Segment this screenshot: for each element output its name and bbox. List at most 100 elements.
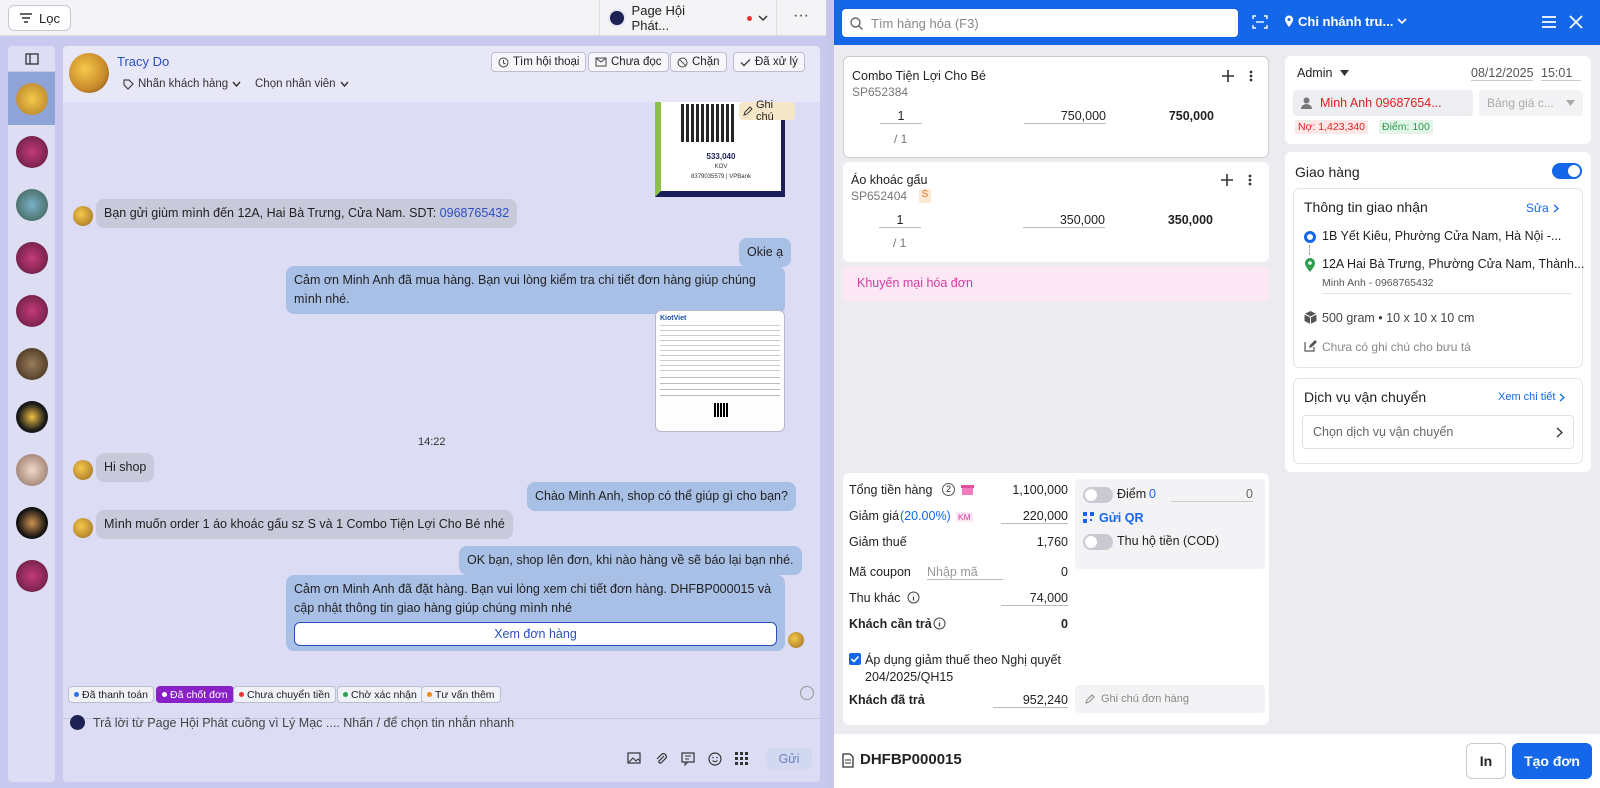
qr-icon	[1083, 512, 1094, 523]
apps-grid-icon[interactable]	[735, 752, 748, 766]
conversation-item[interactable]	[8, 231, 55, 284]
create-order-button[interactable]: Tạo đơn	[1512, 743, 1592, 779]
conversation-item[interactable]	[8, 443, 55, 496]
pos-topbar: Tìm hàng hóa (F3) Chi nhánh tru...	[834, 0, 1600, 45]
conversation-item[interactable]	[8, 125, 55, 178]
customer-name[interactable]: Tracy Do	[117, 54, 169, 69]
order-date[interactable]: 08/12/2025	[1471, 66, 1534, 81]
order-time[interactable]: 15:01	[1541, 66, 1581, 81]
product-row[interactable]: Combo Tiện Lợi Cho Bé SP652384 1 / 1 750…	[843, 56, 1269, 158]
shipping-service-select[interactable]: Chọn dịch vụ vận chuyển	[1302, 415, 1574, 449]
note-button[interactable]: Ghi chú	[739, 99, 795, 123]
phone-link[interactable]: 0968765432	[440, 206, 510, 220]
product-row[interactable]: Áo khoác gấu SP652404 S 1 / 1 350,000 35…	[843, 162, 1269, 262]
info-icon[interactable]	[907, 591, 920, 604]
status-dot	[747, 15, 752, 21]
shipping-service-box: Dịch vụ vận chuyển Xem chi tiết Chọn dịc…	[1293, 378, 1583, 464]
product-search-input[interactable]: Tìm hàng hóa (F3)	[842, 9, 1238, 37]
plus-icon[interactable]	[1222, 70, 1234, 82]
block-button[interactable]: Chặn	[670, 52, 727, 72]
print-button[interactable]: In	[1466, 743, 1506, 779]
points-input[interactable]: 0	[1171, 487, 1253, 502]
invoice-image[interactable]: KiotViet	[655, 310, 785, 432]
points-toggle[interactable]	[1083, 487, 1113, 503]
coupon-input[interactable]: Nhập mã	[927, 565, 1003, 580]
order-summary: Tổng tiền hàng 2 1,100,000 Giảm giá (20.…	[843, 473, 1269, 725]
edit-delivery-link[interactable]: Sửa	[1526, 201, 1559, 215]
plus-icon[interactable]	[1221, 174, 1233, 186]
filter-button[interactable]: Lọc	[8, 5, 71, 31]
conversation-item[interactable]	[8, 390, 55, 443]
cod-toggle[interactable]	[1083, 534, 1113, 550]
tag-chip-pending[interactable]: Chờ xác nhận	[337, 686, 423, 703]
attachment-icon[interactable]	[654, 752, 668, 766]
barcode-scan-icon[interactable]	[1252, 15, 1268, 29]
subtotal-count: 2	[942, 483, 955, 496]
line-total: 350,000	[1167, 213, 1213, 227]
quantity-input[interactable]: 1	[880, 109, 922, 124]
find-conversation-button[interactable]: Tìm hội thoại	[491, 52, 587, 72]
sidebar-toggle[interactable]	[8, 46, 55, 72]
tax-apply-checkbox[interactable]	[849, 653, 861, 665]
shipping-toggle[interactable]	[1552, 163, 1582, 179]
sidebar-icon	[24, 52, 39, 65]
price-input[interactable]: 350,000	[1023, 213, 1105, 228]
send-qr-button[interactable]: Gửi QR	[1099, 511, 1143, 525]
tag-chip-consult[interactable]: Tư vấn thêm	[421, 686, 501, 703]
emoji-icon[interactable]	[708, 752, 722, 766]
order-note-input[interactable]: Ghi chú đơn hàng	[1075, 685, 1265, 713]
staff-select[interactable]: Admin	[1297, 66, 1350, 80]
from-address: 1B Yết Kiêu, Phường Cửa Nam, Hà Nội -...	[1322, 229, 1562, 243]
settings-icon[interactable]	[800, 686, 814, 700]
price-input[interactable]: 750,000	[1024, 109, 1106, 124]
paid-input[interactable]: 952,240	[993, 693, 1068, 708]
conversation-item[interactable]	[8, 284, 55, 337]
price-list-select[interactable]: Bảng giá c...	[1479, 90, 1583, 116]
package-info[interactable]: 500 gram • 10 x 10 x 10 cm	[1322, 311, 1474, 325]
avatar	[15, 135, 48, 168]
quick-reply-icon[interactable]	[681, 752, 695, 766]
points-label: Điểm	[1117, 487, 1147, 501]
other-fee-input[interactable]: 74,000	[1001, 591, 1068, 606]
tax-label: Giảm thuế	[849, 535, 907, 549]
chevron-down-icon	[758, 14, 768, 22]
customer-mini-avatar	[73, 206, 93, 226]
paid-label: Khách đã trả	[849, 693, 925, 707]
tag-chip-paid[interactable]: Đã thanh toán	[68, 686, 154, 703]
close-icon[interactable]	[1569, 15, 1583, 29]
conversation-item[interactable]	[8, 549, 55, 602]
invoice-promo-button[interactable]: Khuyến mại hóa đơn	[843, 266, 1269, 302]
message-outgoing: Cảm ơn Minh Anh đã đặt hàng. Bạn vui lòn…	[286, 575, 785, 651]
conversation-item[interactable]	[8, 178, 55, 231]
reply-input[interactable]: Trả lời từ Page Hội Phát cuồng vì Lý Mạc…	[93, 716, 514, 730]
branch-selector[interactable]: Chi nhánh tru...	[1284, 14, 1407, 29]
info-icon[interactable]	[933, 617, 946, 630]
view-order-button[interactable]: Xem đơn hàng	[294, 622, 777, 646]
discount-percent[interactable]: (20.00%)	[900, 509, 951, 523]
tag-chip-not-transferred[interactable]: Chưa chuyển tiền	[233, 686, 336, 703]
service-detail-link[interactable]: Xem chi tiết	[1498, 391, 1566, 403]
conversation-item[interactable]	[8, 337, 55, 390]
more-vertical-icon[interactable]	[1249, 70, 1253, 82]
unread-button[interactable]: Chưa đọc	[588, 52, 669, 72]
tag-chip-confirmed[interactable]: Đã chốt đơn	[156, 686, 234, 703]
conversation-item[interactable]	[8, 496, 55, 549]
page-selector[interactable]: Page Hội Phát...	[599, 0, 777, 36]
route-line	[1309, 245, 1310, 255]
staff-select[interactable]: Chọn nhân viên	[255, 78, 349, 90]
discount-input[interactable]: 220,000	[1001, 509, 1068, 524]
more-vertical-icon[interactable]	[1248, 174, 1252, 186]
more-button[interactable]: ···	[786, 8, 816, 28]
menu-icon[interactable]	[1541, 15, 1557, 29]
user-icon	[1301, 97, 1312, 109]
quantity-input[interactable]: 1	[879, 213, 921, 228]
gift-icon[interactable]	[961, 482, 974, 496]
customer-input[interactable]: Minh Anh 09687654...	[1293, 90, 1473, 116]
conversation-item[interactable]	[8, 72, 55, 125]
send-button[interactable]: Gửi	[766, 748, 812, 770]
image-icon[interactable]	[627, 752, 641, 766]
location-pin-icon	[1304, 258, 1316, 272]
done-button[interactable]: Đã xử lý	[733, 52, 805, 72]
customer-tag-select[interactable]: Nhãn khách hàng	[123, 78, 241, 90]
carrier-note[interactable]: Chưa có ghi chú cho bưu tá	[1322, 340, 1471, 354]
